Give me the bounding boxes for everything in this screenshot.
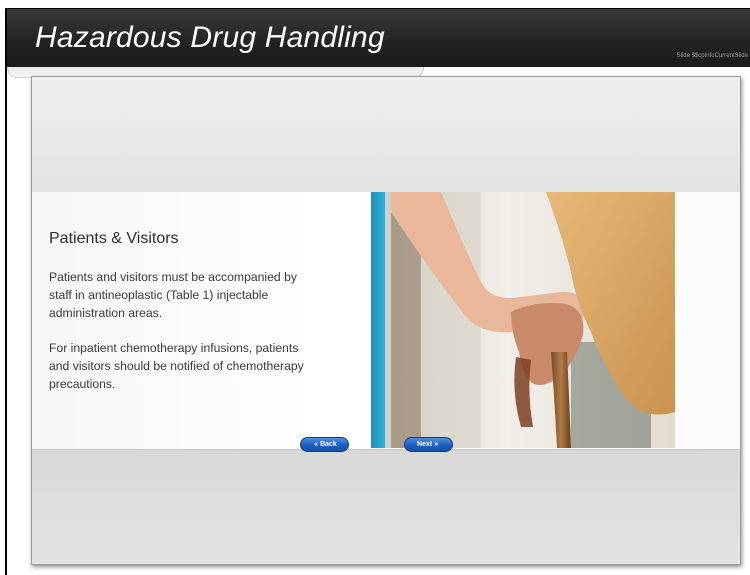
content-photo: [371, 192, 675, 448]
course-header: Hazardous Drug Handling Slide $$cpInfoCu…: [7, 9, 750, 67]
slide-panel: Patients & Visitors Patients and visitor…: [31, 76, 741, 565]
content-heading: Patients & Visitors: [49, 230, 179, 247]
paragraph-2: For inpatient chemotherapy infusions, pa…: [49, 341, 304, 391]
course-title: Hazardous Drug Handling: [35, 21, 385, 54]
slide-info: Slide $$cpInfoCurrentSlide: [676, 53, 748, 59]
panel-top-area: [32, 77, 740, 192]
next-button[interactable]: Next »: [404, 437, 453, 452]
content-band: Patients & Visitors Patients and visitor…: [32, 192, 740, 450]
photo-illustration: [371, 192, 675, 448]
content-text: Patients & Visitors Patients and visitor…: [49, 230, 319, 410]
back-button[interactable]: « Back: [300, 437, 349, 452]
paragraph-1: Patients and visitors must be accompanie…: [49, 270, 297, 320]
panel-bottom-area: [32, 450, 740, 564]
double-left-arrow-icon: «: [314, 441, 319, 448]
back-button-label: Back: [320, 441, 337, 448]
double-right-arrow-icon: »: [434, 441, 439, 448]
next-button-label: Next: [416, 441, 433, 448]
